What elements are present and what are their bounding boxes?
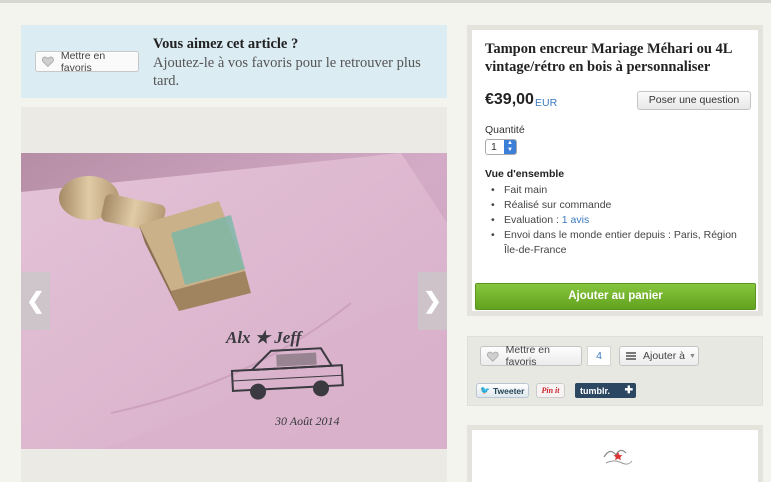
overview-item-made-to-order: Réalisé sur commande (491, 198, 753, 213)
overview-title: Vue d'ensemble (485, 168, 565, 180)
quantity-value: 1 (491, 141, 497, 153)
shop-logo[interactable] (600, 443, 636, 473)
chevron-left-icon: ❮ (26, 288, 45, 313)
stamp-names: Alx ★ Jeff (225, 328, 304, 347)
stamp-photo-illustration: Alx ★ Jeff 30 Août 2014 (21, 153, 447, 449)
quantity-select[interactable]: 1 ▲ ▼ (485, 139, 517, 155)
currency-link[interactable]: EUR (535, 97, 557, 109)
gallery-next-button[interactable]: ❯ (418, 272, 447, 330)
social-favorite-label: Mettre en favoris (505, 344, 550, 368)
favorite-button-label: Mettre en favoris (60, 49, 106, 74)
overview-item-shipping: Envoi dans le monde entier depuis : Pari… (491, 228, 753, 258)
reviews-link[interactable]: 1 avis (562, 214, 589, 226)
product-title: Tampon encreur Mariage Méhari ou 4L vint… (485, 41, 732, 75)
add-to-cart-button[interactable]: Ajouter au panier (475, 283, 756, 310)
tweet-label: Tweeter (492, 385, 525, 396)
social-favorite-button[interactable]: Mettre en favoris (480, 344, 582, 368)
favorite-banner: Mettre en favoris Vous aimez cet article… (21, 25, 447, 98)
image-gallery: Alx ★ Jeff 30 Août 2014 ❮ ❯ (21, 107, 447, 482)
rating-prefix: Evaluation : (504, 214, 562, 226)
overview-item-handmade: Fait main (491, 183, 753, 198)
favorite-button[interactable]: Mettre en favoris (35, 49, 139, 74)
product-price: €39,00 (485, 91, 534, 108)
list-icon (626, 352, 636, 360)
caret-down-icon: ▼ (689, 352, 696, 360)
twitter-bird-icon: 🐦 (480, 386, 490, 395)
add-to-list-label: Ajouter à (643, 350, 686, 362)
shop-card (467, 425, 763, 482)
gallery-prev-button[interactable]: ❮ (21, 272, 50, 330)
overview-list: Fait main Réalisé sur commande Evaluatio… (491, 183, 753, 258)
social-panel: Mettre en favoris 4 Ajouter à ▼ 🐦 Tweete… (467, 336, 763, 406)
ask-question-button[interactable]: Poser une question (637, 91, 751, 110)
stamp-date: 30 Août 2014 (274, 414, 339, 428)
heart-icon (487, 351, 499, 362)
favorite-banner-title: Vous aimez cet article ? (153, 36, 299, 52)
product-panel: Tampon encreur Mariage Méhari ou 4L vint… (467, 25, 763, 316)
top-divider (0, 0, 771, 3)
plus-icon: ✚ (624, 385, 633, 396)
tumblr-label: tumblr. (580, 385, 611, 396)
heart-icon (42, 56, 54, 67)
select-arrows-icon: ▲ ▼ (504, 140, 516, 154)
tweet-button[interactable]: 🐦 Tweeter (476, 383, 529, 398)
add-to-list-button[interactable]: Ajouter à ▼ (619, 346, 699, 366)
chevron-right-icon: ❯ (423, 288, 442, 313)
overview-item-rating: Evaluation : 1 avis (491, 213, 753, 228)
quantity-label: Quantité (485, 124, 525, 136)
tumblr-button[interactable]: tumblr. ✚ (575, 383, 636, 398)
favorite-count[interactable]: 4 (587, 346, 611, 366)
product-photo: Alx ★ Jeff 30 Août 2014 (21, 153, 447, 449)
pinit-button[interactable]: Pin it (536, 383, 565, 398)
favorite-banner-subtitle: Ajoutez-le à vos favoris pour le retrouv… (153, 55, 421, 89)
